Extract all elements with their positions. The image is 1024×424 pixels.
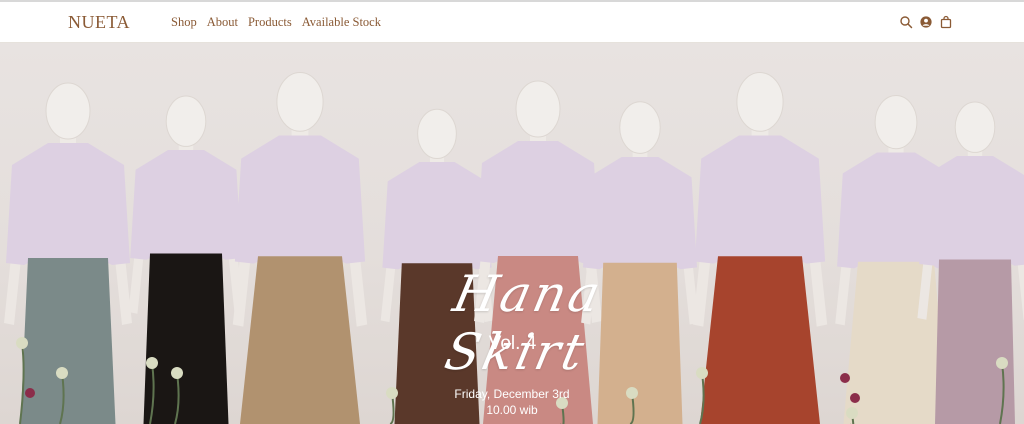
nav-available-stock[interactable]: Available Stock [302, 15, 381, 30]
site-logo[interactable]: NUETA [68, 12, 130, 33]
account-icon[interactable] [919, 15, 933, 29]
site-header: NUETA Shop About Products Available Stoc… [0, 2, 1024, 43]
hero-date: Friday, December 3rd [454, 387, 570, 401]
cart-icon[interactable] [939, 15, 953, 29]
mannequin [692, 72, 828, 424]
nav-about[interactable]: About [207, 15, 238, 30]
search-icon[interactable] [899, 15, 913, 29]
hero-volume: Vol. 4 [488, 333, 537, 354]
mannequin [128, 95, 244, 424]
hero-banner[interactable]: Hana Skirt Vol. 4 Friday, December 3rd 1… [0, 43, 1024, 424]
main-nav: Shop About Products Available Stock [171, 15, 381, 30]
hero-title: Hana Skirt [439, 265, 609, 381]
nav-shop[interactable]: Shop [171, 15, 197, 30]
nav-products[interactable]: Products [248, 15, 292, 30]
hero-time: 10.00 wib [486, 403, 538, 417]
mannequin [232, 72, 368, 424]
header-icons [899, 15, 953, 29]
